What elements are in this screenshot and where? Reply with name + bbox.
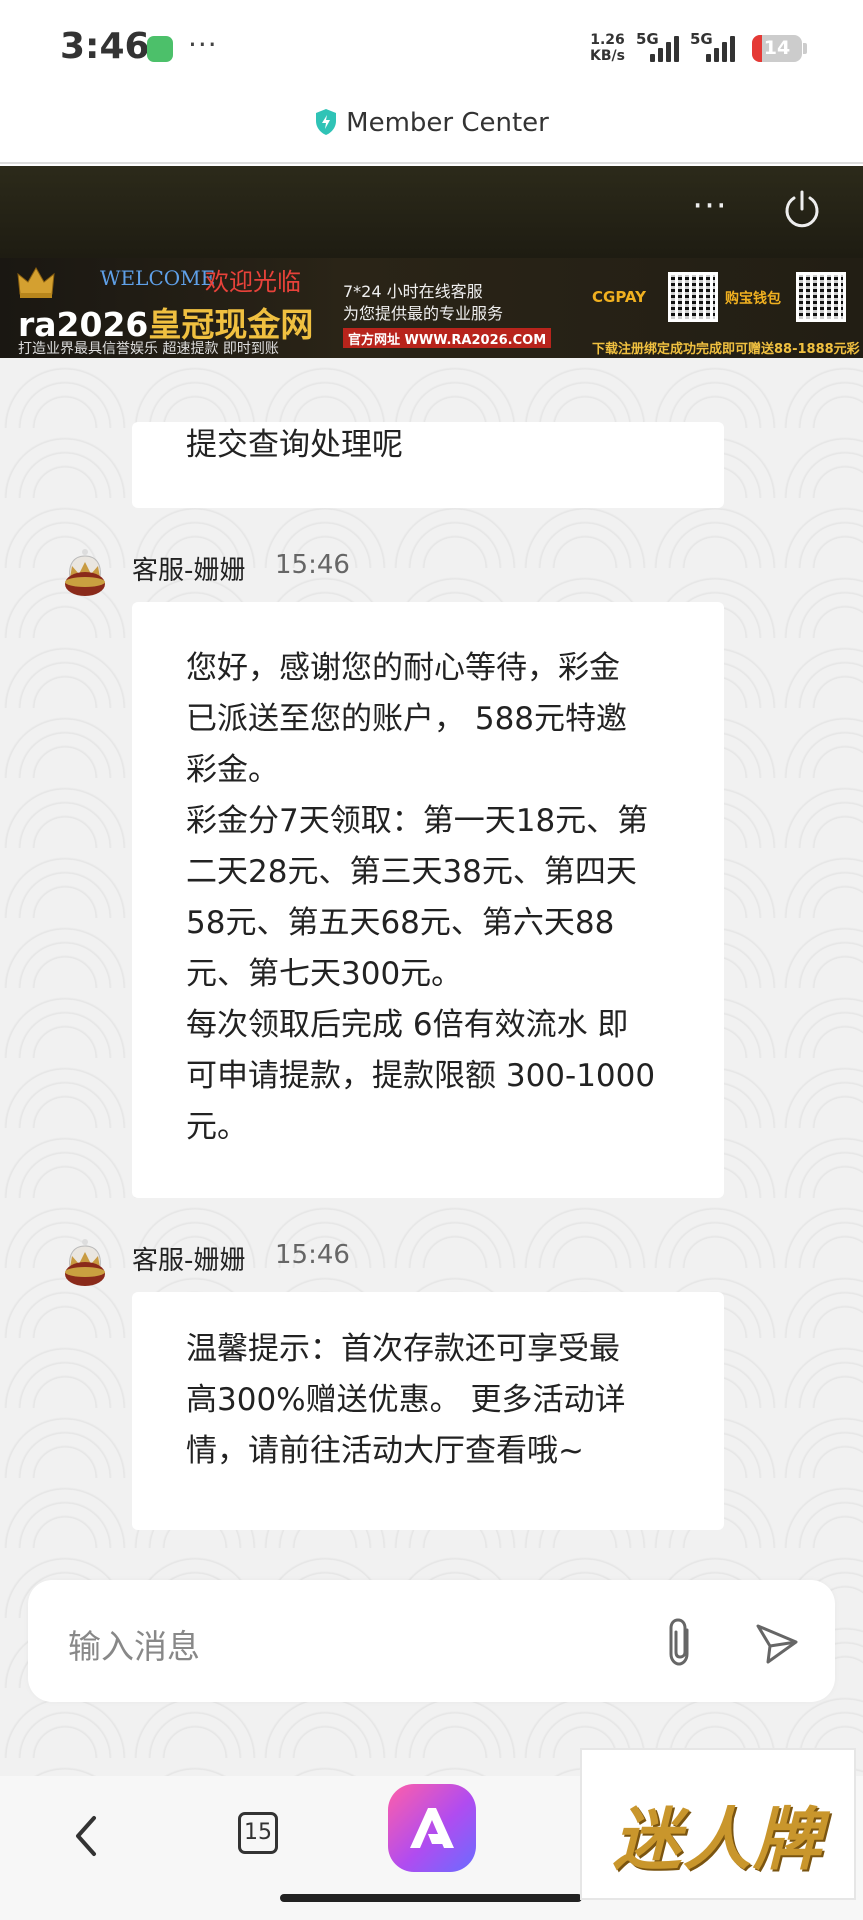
battery-tip — [803, 43, 807, 54]
banner-service-line1: 7*24 小时在线客服 — [343, 282, 483, 301]
status-time: 3:46 — [60, 26, 150, 67]
power-icon[interactable] — [780, 188, 824, 232]
message-bubble: 温馨提示：首次存款还可享受最 高300%赠送优惠。 更多活动详 情，请前往活动大… — [132, 1292, 724, 1530]
message-time: 15:46 — [275, 550, 350, 580]
shield-icon — [316, 109, 337, 135]
banner-site: 官方网址 WWW.RA2026.COM — [343, 328, 552, 348]
watermark-logo: 迷人牌 — [580, 1748, 856, 1900]
avatar — [65, 549, 105, 596]
ai-assistant-icon[interactable] — [388, 1784, 476, 1872]
banner-slogan: 打造业界最具信誉娱乐 超速提款 即时到账 — [18, 341, 279, 357]
app-notification-icon — [147, 36, 173, 62]
message-input[interactable]: 输入消息 — [68, 1620, 200, 1668]
battery-icon: 14 — [752, 35, 802, 62]
qr-code-icon — [796, 272, 846, 322]
ai-logo-icon — [410, 1808, 454, 1848]
banner-pay1: CGPAY — [592, 288, 646, 306]
banner-welcome-cn: 欢迎光临 — [205, 268, 301, 296]
signal-bars-icon — [706, 36, 736, 62]
sender-name: 客服-姗姗 — [132, 556, 246, 586]
status-bar: 3:46 ··· 1.26 KB/s 5G 5G 14 — [0, 0, 863, 98]
banner-welcome-en: WELCOME — [100, 266, 216, 290]
qr-code-icon — [668, 272, 718, 322]
more-notifications-icon: ··· — [188, 28, 218, 61]
home-indicator[interactable] — [280, 1894, 582, 1902]
banner-service-line2: 为您提供最的专业服务 — [343, 304, 504, 323]
title-bar: Member Center — [0, 98, 863, 164]
chat-area[interactable]: 提交查询处理呢 客服-姗姗 15:46 您好，感谢您的耐心等待，彩金 已派送至您… — [0, 358, 863, 1776]
network-speed: 1.26 KB/s — [590, 32, 625, 64]
page-title: Member Center — [346, 108, 549, 138]
promo-banner[interactable]: WELCOME 欢迎光临 ra2026皇冠现金网 打造业界最具信誉娱乐 超速提款… — [0, 258, 863, 358]
banner-footer: 下载注册绑定成功完成即可赠送88-1888元彩金 — [592, 342, 860, 357]
message-time: 15:46 — [275, 1240, 350, 1270]
action-bar: ··· — [0, 166, 863, 258]
message-input-bar: 输入消息 — [28, 1580, 835, 1702]
message-bubble: 您好，感谢您的耐心等待，彩金 已派送至您的账户， 588元特邀 彩金。 彩金分7… — [132, 602, 724, 1198]
message-bubble: 提交查询处理呢 — [132, 422, 724, 508]
tabs-button[interactable]: 15 — [238, 1812, 278, 1854]
avatar — [65, 1239, 105, 1286]
chevron-left-icon[interactable] — [68, 1808, 104, 1864]
banner-pay2: 购宝钱包 — [725, 291, 781, 307]
send-icon[interactable] — [754, 1620, 800, 1666]
battery-percent: 14 — [763, 37, 791, 59]
paperclip-icon[interactable] — [660, 1616, 700, 1668]
crown-logo-icon — [17, 266, 55, 298]
signal-bars-icon — [650, 36, 680, 62]
more-dots-icon[interactable]: ··· — [688, 188, 732, 232]
sender-name: 客服-姗姗 — [132, 1246, 246, 1276]
